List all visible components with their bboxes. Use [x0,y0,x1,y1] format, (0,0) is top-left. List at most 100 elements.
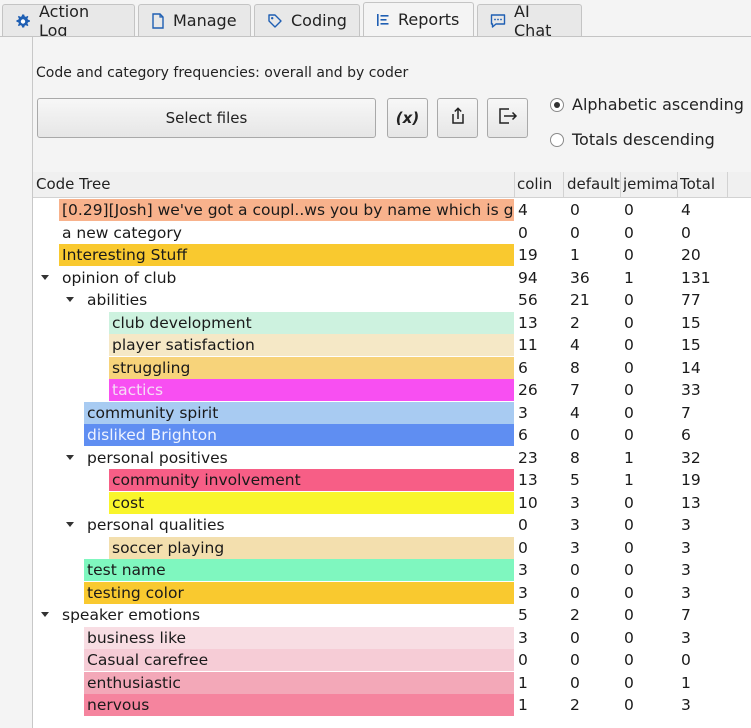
column-divider[interactable] [727,172,728,197]
jemima-count: 0 [624,493,634,512]
expand-arrow-icon[interactable] [66,454,74,460]
total-count: 6 [681,426,691,444]
total-count: 20 [681,246,701,264]
table-row[interactable]: test name 3 0 0 3 [33,559,751,581]
table-row[interactable]: community involvement 13 5 1 19 [33,469,751,491]
column-divider[interactable] [620,172,621,197]
code-tree-table[interactable]: Code Tree colin default jemima Total [0.… [33,172,751,728]
total-count: 15 [681,336,701,354]
table-row[interactable]: abilities 56 21 0 77 [33,289,751,311]
default-count: 8 [570,358,580,377]
colin-count: 13 [518,471,538,489]
table-row[interactable]: opinion of club 94 36 1 131 [33,267,751,289]
table-row[interactable]: enthusiastic 1 0 0 1 [33,671,751,694]
header-total[interactable]: Total [680,175,715,193]
column-divider[interactable] [514,172,515,197]
select-files-label: Select files [165,109,248,127]
default-count: 2 [570,606,580,624]
share-icon [450,107,466,129]
total-count: 7 [681,606,691,624]
header-jemima[interactable]: jemima [623,175,677,193]
variable-button[interactable]: (x) [387,98,428,138]
header-default[interactable]: default [567,175,620,193]
table-row[interactable]: nervous 1 2 0 3 [33,694,751,716]
column-divider[interactable] [677,172,678,197]
total-count: 32 [681,448,701,467]
table-row[interactable]: cost 10 3 0 13 [33,491,751,514]
export-button[interactable] [487,98,528,138]
table-row[interactable]: player satisfaction 11 4 0 15 [33,334,751,356]
table-row[interactable]: testing color 3 0 0 3 [33,581,751,604]
radio-selected-icon [550,97,564,112]
expand-arrow-icon[interactable] [66,297,74,302]
colin-count: 11 [518,336,538,354]
colin-count: 10 [518,493,538,512]
default-count: 0 [570,651,580,669]
table-row[interactable]: speaker emotions 5 2 0 7 [33,604,751,626]
expand-arrow-icon[interactable] [66,522,74,527]
code-name: cost [109,491,514,514]
table-row[interactable]: club development 13 2 0 15 [33,311,751,334]
table-row[interactable]: struggling 6 8 0 14 [33,356,751,379]
default-count: 4 [570,336,580,354]
colin-count: 94 [518,268,538,287]
code-name: testing color [84,581,514,604]
colin-count: 23 [518,448,538,467]
table-row[interactable]: business like 3 0 0 3 [33,626,751,649]
colin-count: 3 [518,628,528,647]
default-count: 2 [570,696,580,714]
tab-label: Manage [173,11,237,30]
default-count: 3 [570,493,580,512]
colin-count: 56 [518,291,538,309]
table-row[interactable]: soccer playing 0 3 0 3 [33,536,751,559]
colin-count: 0 [518,223,528,242]
code-name: soccer playing [109,536,514,559]
table-row[interactable]: personal qualities 0 3 0 3 [33,514,751,536]
tab-manage[interactable]: Manage [138,4,251,36]
colin-count: 3 [518,403,528,422]
tab-coding[interactable]: Coding [254,4,360,36]
table-row[interactable]: Casual carefree 0 0 0 0 [33,649,751,671]
tab-label: Action Log [39,1,90,40]
table-row[interactable]: personal positives 23 8 1 32 [33,447,751,469]
total-count: 3 [681,516,691,534]
tab-action-log[interactable]: Action Log [2,2,135,40]
total-count: 3 [681,561,691,579]
total-count: 7 [681,403,691,422]
expand-arrow-icon[interactable] [41,274,49,280]
total-count: 3 [681,628,691,647]
expand-arrow-icon[interactable] [41,612,49,617]
code-name: club development [109,311,514,334]
table-row[interactable]: community spirit 3 4 0 7 [33,401,751,424]
jemima-count: 0 [624,628,634,647]
jemima-count: 0 [624,403,634,422]
default-count: 0 [570,201,580,219]
colin-count: 3 [518,561,528,579]
tab-reports[interactable]: Reports [363,2,474,36]
total-count: 19 [681,471,701,489]
header-colin[interactable]: colin [517,175,552,193]
code-name: tactics [109,379,514,401]
sort-alphabetic-radio[interactable]: Alphabetic ascending [550,95,744,114]
tab-ai-chat[interactable]: AI Chat [477,2,582,40]
sort-totals-radio[interactable]: Totals descending [550,130,715,149]
code-name: player satisfaction [109,334,514,356]
colin-count: 4 [518,201,528,219]
jemima-count: 0 [624,336,634,354]
code-name: Casual carefree [84,649,514,671]
table-row[interactable]: tactics 26 7 0 33 [33,379,751,401]
table-row[interactable]: disliked Brighton 6 0 0 6 [33,424,751,446]
total-count: 1 [681,673,691,692]
header-code-tree[interactable]: Code Tree [36,175,110,193]
table-row[interactable]: a new category 0 0 0 0 [33,222,751,244]
share-button[interactable] [437,98,478,138]
tag-icon [267,13,283,29]
table-row[interactable]: [0.29][Josh] we've got a coupl..ws you b… [33,199,751,221]
jemima-count: 0 [624,651,634,669]
colin-count: 3 [518,583,528,602]
select-files-button[interactable]: Select files [37,98,376,138]
sort-totals-label: Totals descending [572,130,715,149]
column-divider[interactable] [563,172,564,197]
table-row[interactable]: Interesting Stuff 19 1 0 20 [33,244,751,266]
jemima-count: 0 [624,583,634,602]
